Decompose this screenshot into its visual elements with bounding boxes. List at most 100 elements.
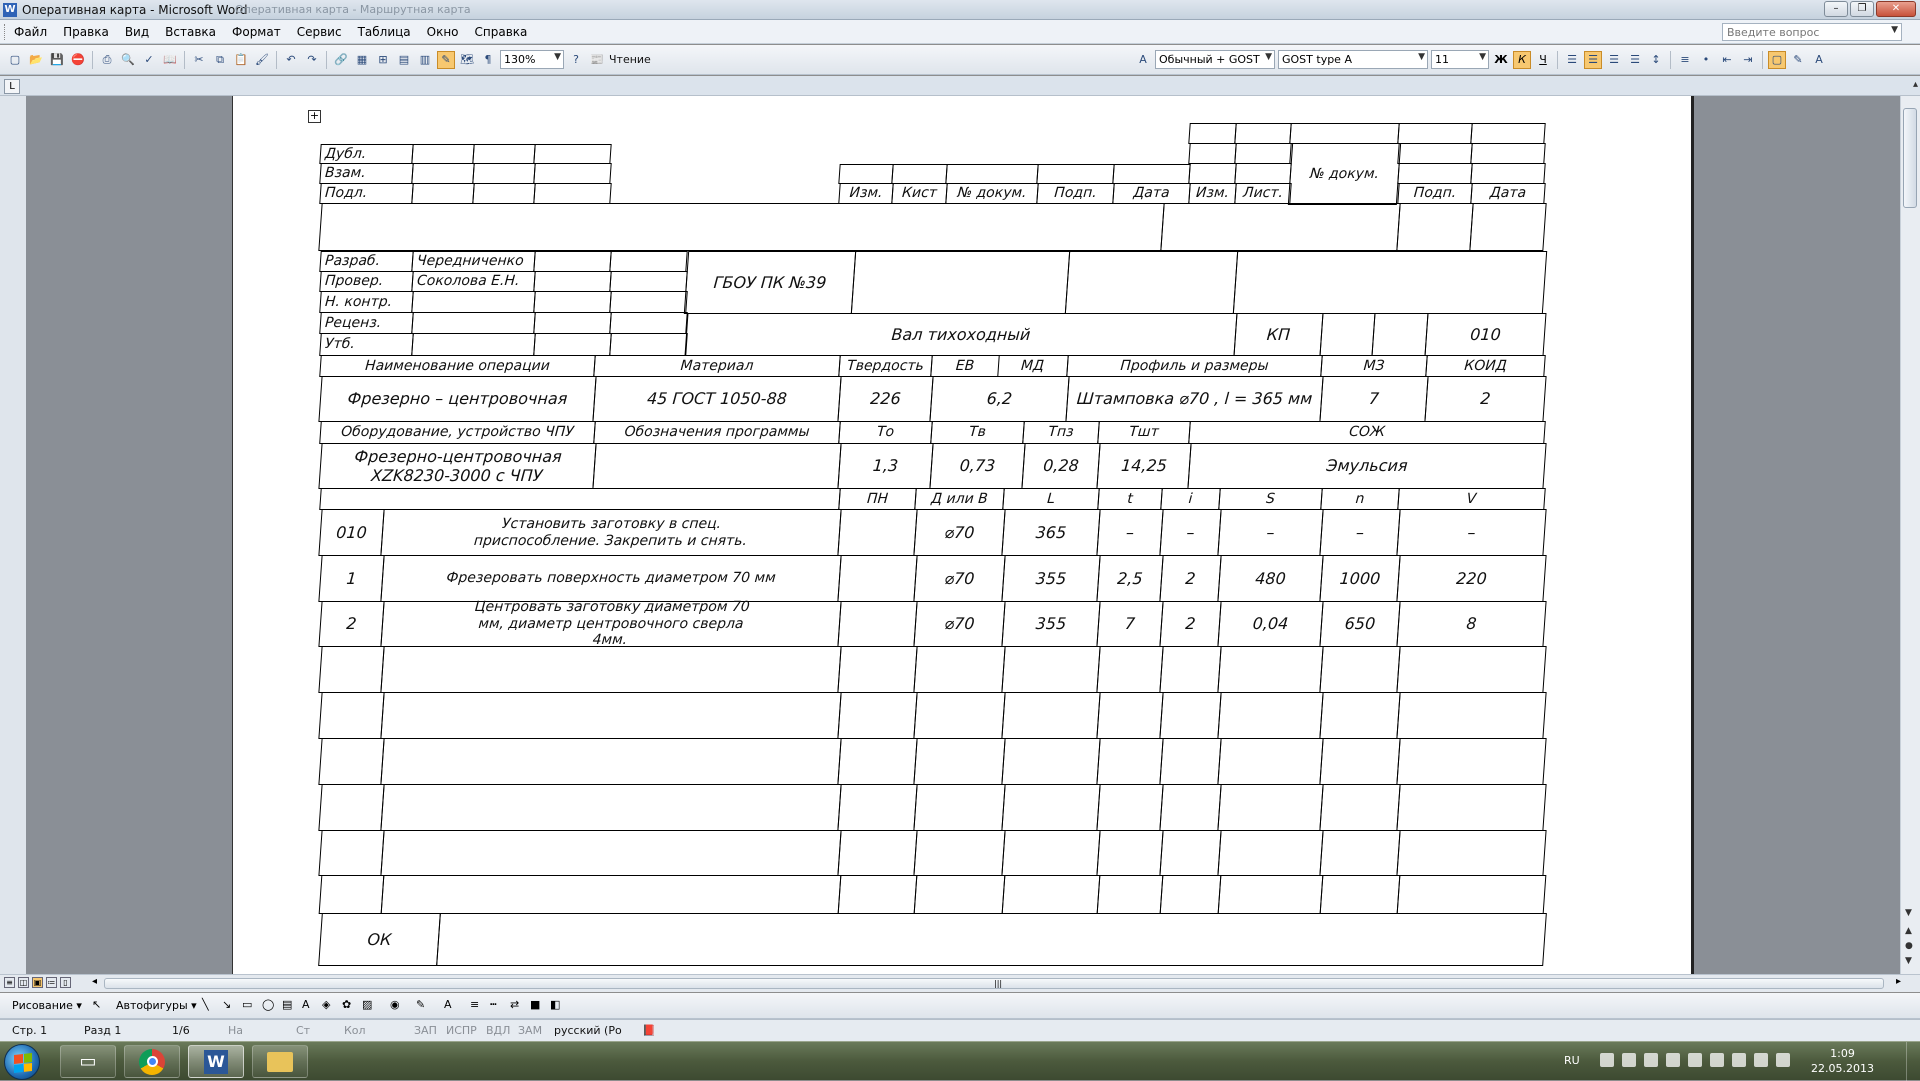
dash-style-icon[interactable]: ┅ (490, 998, 497, 1011)
stamp-cell[interactable] (472, 163, 536, 184)
empty-step-cell[interactable] (318, 646, 385, 693)
hyperlink-icon[interactable]: 🔗 (332, 51, 350, 69)
styles-icon[interactable]: A (1134, 51, 1152, 69)
stamp-cell[interactable] (533, 183, 612, 204)
status-rec[interactable]: ЗАП (414, 1024, 437, 1037)
font-size-select[interactable]: 11 ▼ (1431, 50, 1489, 69)
print-preview-icon[interactable]: 🔍 (119, 51, 137, 69)
align-right-icon[interactable]: ☰ (1605, 51, 1623, 69)
line-icon[interactable]: ╲ (202, 998, 209, 1011)
empty-step-cell[interactable] (1217, 875, 1324, 914)
empty-step-cell[interactable] (1319, 738, 1401, 785)
empty-step-cell[interactable] (913, 830, 1006, 876)
empty-step-cell[interactable] (1217, 830, 1324, 876)
empty-step-cell[interactable] (380, 646, 842, 693)
rev-cell[interactable] (1397, 143, 1473, 164)
rev-cell[interactable] (1188, 163, 1237, 184)
empty-step-cell[interactable] (1001, 692, 1101, 739)
empty-step-cell[interactable] (837, 875, 918, 914)
empty-step-cell[interactable] (913, 646, 1006, 693)
open-icon[interactable]: 📂 (27, 51, 45, 69)
show-hide-icon[interactable]: ¶ (479, 51, 497, 69)
step-pn[interactable] (837, 509, 918, 556)
diagram-icon[interactable]: ◈ (322, 998, 330, 1011)
empty-step-cell[interactable] (1096, 784, 1164, 831)
permission-icon[interactable]: ⛔ (69, 51, 87, 69)
taskbar-app-explorer[interactable] (252, 1045, 308, 1078)
clipart-icon[interactable]: ✿ (342, 998, 351, 1011)
sign-cell[interactable] (609, 251, 688, 272)
tray-gpu-icon[interactable] (1710, 1053, 1724, 1067)
menu-view[interactable]: Вид (125, 25, 149, 39)
empty-step-cell[interactable] (913, 784, 1006, 831)
rev-cell[interactable] (891, 164, 948, 184)
maximize-button[interactable]: ❐ (1850, 1, 1874, 17)
empty-step-cell[interactable] (380, 784, 842, 831)
format-painter-icon[interactable]: 🖌 (253, 51, 271, 69)
document-map-icon[interactable]: 🗺 (458, 51, 476, 69)
prev-page-icon[interactable]: ▲ (1905, 926, 1912, 936)
print-icon[interactable]: ⎙ (98, 51, 116, 69)
stamp-cell[interactable] (411, 163, 475, 184)
insert-table-icon[interactable]: ⊞ (374, 51, 392, 69)
decrease-indent-icon[interactable]: ⇤ (1718, 51, 1736, 69)
empty-step-cell[interactable] (837, 784, 918, 831)
spelling-icon[interactable]: ✓ (140, 51, 158, 69)
oval-icon[interactable]: ◯ (262, 998, 274, 1011)
empty-step-cell[interactable] (1159, 692, 1222, 739)
bullets-icon[interactable]: • (1697, 51, 1715, 69)
empty-step-cell[interactable] (1159, 646, 1222, 693)
new-doc-icon[interactable]: ▢ (6, 51, 24, 69)
status-language[interactable]: русский (Ро (554, 1024, 622, 1037)
empty-step-cell[interactable] (380, 738, 842, 785)
drawing-icon[interactable]: ✎ (437, 50, 455, 69)
status-trk[interactable]: ИСПР (446, 1024, 477, 1037)
redo-icon[interactable]: ↷ (303, 51, 321, 69)
sign-cell[interactable] (533, 251, 612, 272)
borders-icon[interactable]: ▢ (1768, 50, 1786, 69)
table-move-icon[interactable]: + (308, 110, 321, 123)
menu-format[interactable]: Формат (232, 25, 281, 39)
title-cell[interactable] (850, 251, 1071, 314)
stamp-cell[interactable] (533, 144, 612, 164)
italic-button[interactable]: К (1513, 50, 1531, 69)
step-pn[interactable] (837, 601, 918, 647)
numbering-icon[interactable]: ≡ (1676, 51, 1694, 69)
menu-insert[interactable]: Вставка (165, 25, 216, 39)
rev-cell[interactable] (1470, 143, 1546, 164)
wordart-icon[interactable]: A (302, 998, 310, 1011)
empty-step-cell[interactable] (1319, 646, 1401, 693)
ok-cell[interactable] (436, 913, 1547, 966)
title-cell[interactable] (1371, 313, 1429, 356)
empty-step-cell[interactable] (318, 738, 385, 785)
status-ovr[interactable]: ЗАМ (518, 1024, 542, 1037)
rev-cell[interactable] (1188, 143, 1237, 164)
tray-usb-icon[interactable] (1688, 1053, 1702, 1067)
empty-step-cell[interactable] (1319, 784, 1401, 831)
textbox-icon[interactable]: ▤ (282, 998, 292, 1011)
browse-object-icon[interactable]: ● (1905, 941, 1913, 951)
web-view-icon[interactable]: ◫ (18, 977, 29, 988)
blank-band[interactable] (1396, 203, 1474, 251)
empty-step-cell[interactable] (1217, 784, 1324, 831)
rev-cell[interactable] (1289, 123, 1400, 144)
tray-flag-icon[interactable] (1732, 1053, 1746, 1067)
stamp-cell[interactable] (411, 144, 475, 164)
empty-step-cell[interactable] (1159, 784, 1222, 831)
3d-icon[interactable]: ◧ (550, 998, 560, 1011)
empty-step-cell[interactable] (1319, 875, 1401, 914)
rev-cell[interactable] (1397, 163, 1473, 184)
tray-network-icon[interactable] (1622, 1053, 1636, 1067)
menu-file[interactable]: Файл (14, 25, 47, 39)
title-cell[interactable] (1319, 313, 1376, 356)
rev-cell[interactable] (1188, 123, 1237, 144)
arrow-style-icon[interactable]: ⇄ (510, 998, 519, 1011)
normal-view-icon[interactable]: ≡ (4, 977, 15, 988)
empty-step-cell[interactable] (1396, 830, 1547, 876)
underline-button[interactable]: Ч (1534, 51, 1552, 69)
stamp-cell[interactable] (472, 183, 536, 204)
rev-cell[interactable] (1470, 123, 1546, 144)
empty-step-cell[interactable] (1096, 646, 1164, 693)
horizontal-scrollbar[interactable]: ||| (104, 978, 1884, 989)
insert-excel-icon[interactable]: ▤ (395, 51, 413, 69)
